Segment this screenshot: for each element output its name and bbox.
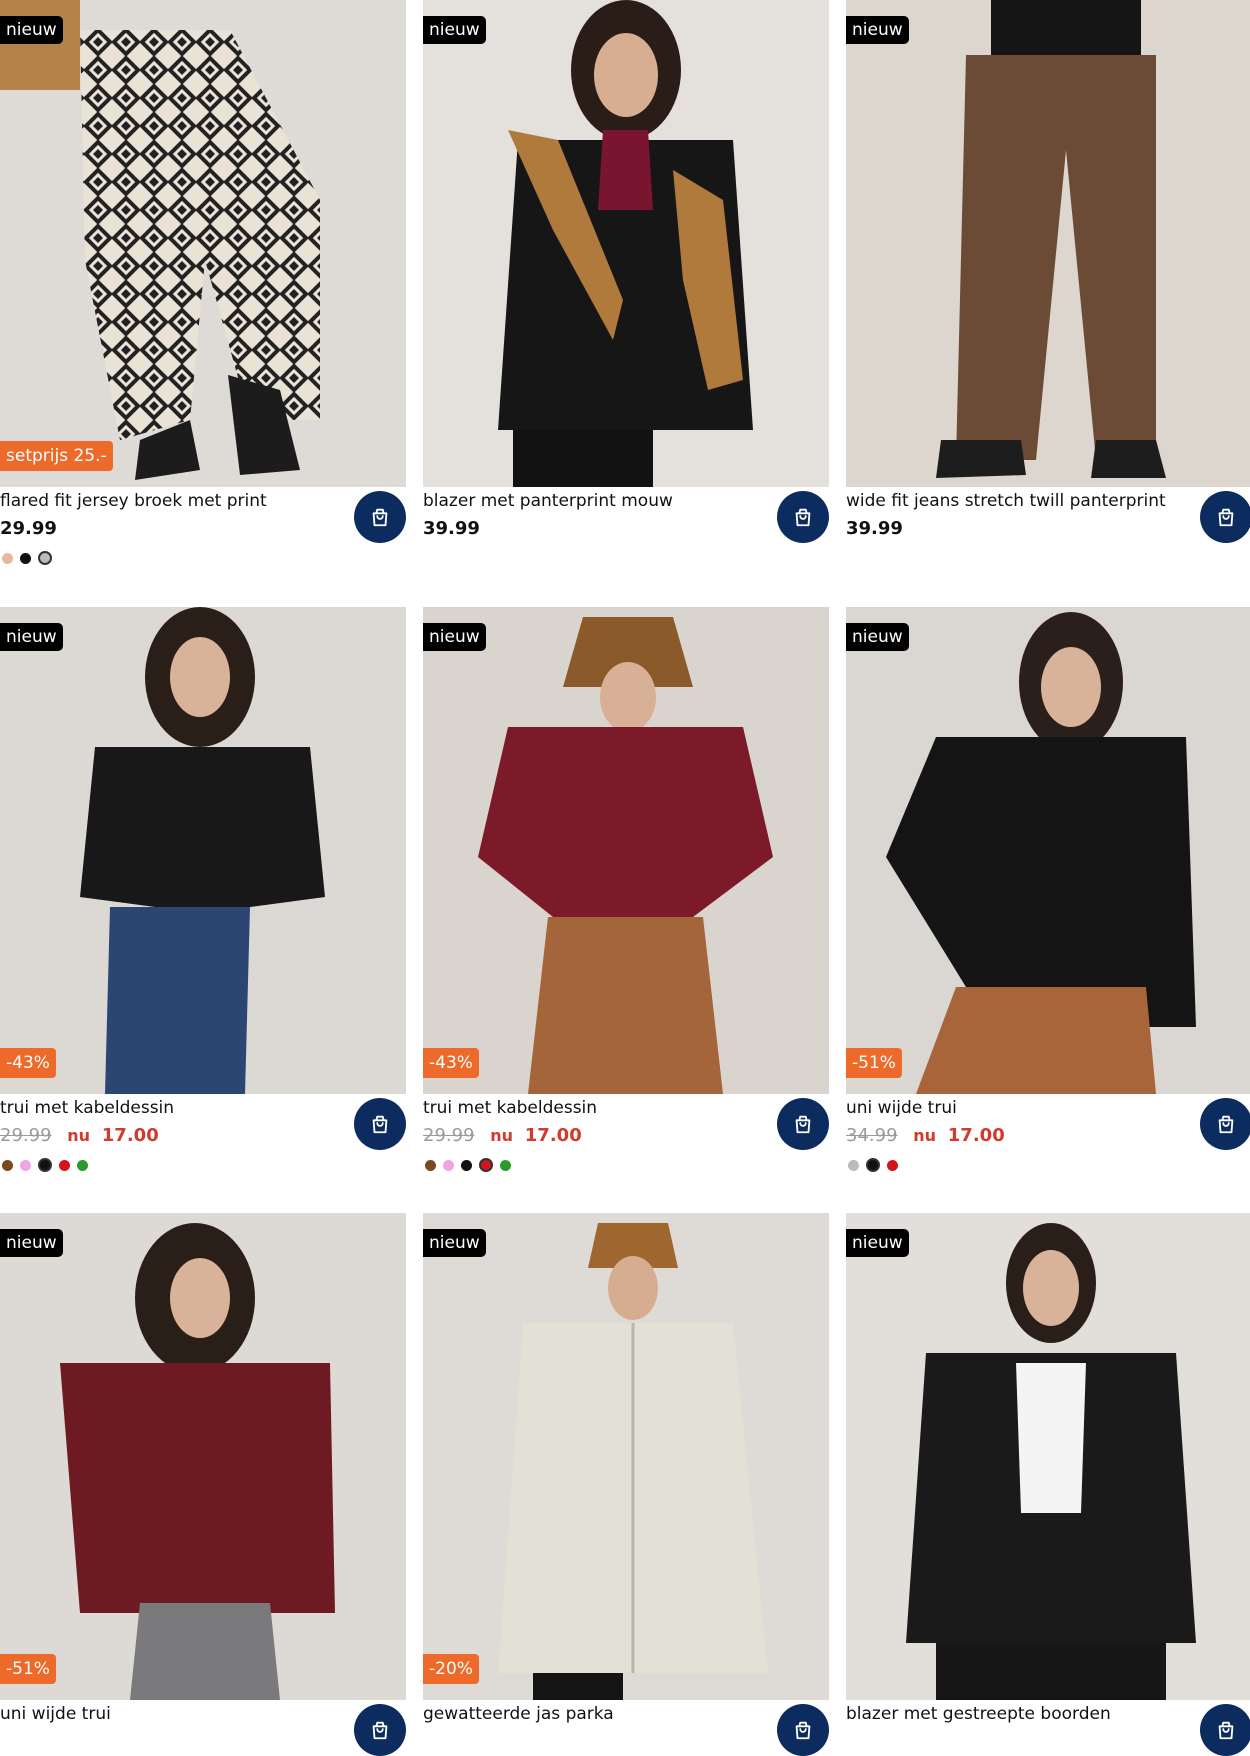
product-title[interactable]: trui met kabeldessin [423, 1098, 763, 1118]
product-photo [0, 1213, 406, 1700]
product-image[interactable]: nieuw [846, 1213, 1250, 1700]
shopping-bag-icon [795, 1115, 811, 1134]
promo-badge: -20% [423, 1654, 479, 1684]
shopping-bag-icon [372, 508, 388, 527]
color-swatch[interactable] [38, 1158, 52, 1172]
new-badge: nieuw [0, 16, 63, 44]
promo-badge: -43% [423, 1048, 479, 1078]
product-photo [423, 607, 829, 1094]
product-title[interactable]: wide fit jeans stretch twill panterprint [846, 491, 1186, 511]
new-badge: nieuw [0, 1229, 63, 1257]
price-row: 29.99 [0, 518, 57, 539]
add-to-cart-button[interactable] [354, 491, 406, 543]
color-swatches [2, 551, 52, 565]
product-image[interactable]: nieuw [846, 0, 1250, 487]
product-price: 39.99 [846, 518, 903, 539]
shopping-bag-icon [1218, 508, 1234, 527]
color-swatch[interactable] [443, 1159, 454, 1171]
promo-badge: -51% [0, 1654, 56, 1684]
new-badge: nieuw [0, 623, 63, 651]
now-label: nu [67, 1126, 91, 1145]
add-to-cart-button[interactable] [777, 491, 829, 543]
product-photo [423, 1213, 829, 1700]
product-photo [423, 0, 829, 487]
product-photo [846, 0, 1250, 487]
original-price: 34.99 [846, 1125, 898, 1146]
color-swatch[interactable] [848, 1159, 859, 1171]
color-swatch[interactable] [500, 1159, 511, 1171]
product-title[interactable]: trui met kabeldessin [0, 1098, 340, 1118]
color-swatches [848, 1158, 898, 1172]
color-swatch[interactable] [20, 1159, 31, 1171]
product-photo [846, 607, 1250, 1094]
color-swatches [425, 1158, 511, 1172]
add-to-cart-button[interactable] [354, 1704, 406, 1756]
product-photo [846, 1213, 1250, 1700]
promo-badge: -43% [0, 1048, 56, 1078]
shopping-bag-icon [795, 1721, 811, 1740]
product-price: 39.99 [423, 518, 480, 539]
color-swatch[interactable] [2, 552, 13, 564]
color-swatch[interactable] [38, 551, 52, 565]
product-image[interactable]: nieuw -43% [423, 607, 829, 1094]
price-row: 39.99 [423, 518, 480, 539]
price-row: 29.99 nu 17.00 [0, 1125, 159, 1146]
now-label: nu [490, 1126, 514, 1145]
product-image[interactable]: nieuw -51% [846, 607, 1250, 1094]
price-row: 39.99 [846, 518, 903, 539]
color-swatch[interactable] [59, 1159, 70, 1171]
color-swatch[interactable] [866, 1158, 880, 1172]
add-to-cart-button[interactable] [1200, 1704, 1250, 1756]
product-photo [0, 0, 406, 487]
color-swatch[interactable] [461, 1159, 472, 1171]
color-swatch[interactable] [2, 1159, 13, 1171]
shopping-bag-icon [372, 1721, 388, 1740]
add-to-cart-button[interactable] [354, 1098, 406, 1150]
product-title[interactable]: blazer met gestreepte boorden [846, 1704, 1186, 1724]
product-image[interactable]: nieuw -51% [0, 1213, 406, 1700]
product-photo [0, 607, 406, 1094]
color-swatch[interactable] [425, 1159, 436, 1171]
product-title[interactable]: uni wijde trui [0, 1704, 340, 1724]
product-title[interactable]: gewatteerde jas parka [423, 1704, 763, 1724]
new-badge: nieuw [846, 16, 909, 44]
add-to-cart-button[interactable] [777, 1704, 829, 1756]
shopping-bag-icon [795, 508, 811, 527]
price-row: 29.99 nu 17.00 [423, 1125, 582, 1146]
add-to-cart-button[interactable] [777, 1098, 829, 1150]
shopping-bag-icon [1218, 1115, 1234, 1134]
new-badge: nieuw [423, 16, 486, 44]
new-badge: nieuw [423, 623, 486, 651]
promo-badge: setprijs 25.- [0, 441, 113, 471]
original-price: 29.99 [423, 1125, 475, 1146]
color-swatch[interactable] [20, 552, 31, 564]
color-swatch[interactable] [77, 1159, 88, 1171]
sale-price: 17.00 [101, 1125, 159, 1146]
sale-price: 17.00 [524, 1125, 582, 1146]
sale-price: 17.00 [947, 1125, 1005, 1146]
product-price: 29.99 [0, 518, 57, 539]
now-label: nu [913, 1126, 937, 1145]
price-row: 34.99 nu 17.00 [846, 1125, 1005, 1146]
product-image[interactable]: nieuw setprijs 25.- [0, 0, 406, 487]
color-swatches [2, 1158, 88, 1172]
promo-badge: -51% [846, 1048, 902, 1078]
product-title[interactable]: blazer met panterprint mouw [423, 491, 763, 511]
new-badge: nieuw [846, 623, 909, 651]
new-badge: nieuw [423, 1229, 486, 1257]
shopping-bag-icon [372, 1115, 388, 1134]
product-title[interactable]: flared fit jersey broek met print [0, 491, 340, 511]
color-swatch[interactable] [479, 1158, 493, 1172]
add-to-cart-button[interactable] [1200, 491, 1250, 543]
product-title[interactable]: uni wijde trui [846, 1098, 1186, 1118]
new-badge: nieuw [846, 1229, 909, 1257]
product-image[interactable]: nieuw [423, 0, 829, 487]
add-to-cart-button[interactable] [1200, 1098, 1250, 1150]
color-swatch[interactable] [887, 1159, 898, 1171]
shopping-bag-icon [1218, 1721, 1234, 1740]
original-price: 29.99 [0, 1125, 52, 1146]
product-image[interactable]: nieuw -20% [423, 1213, 829, 1700]
product-image[interactable]: nieuw -43% [0, 607, 406, 1094]
